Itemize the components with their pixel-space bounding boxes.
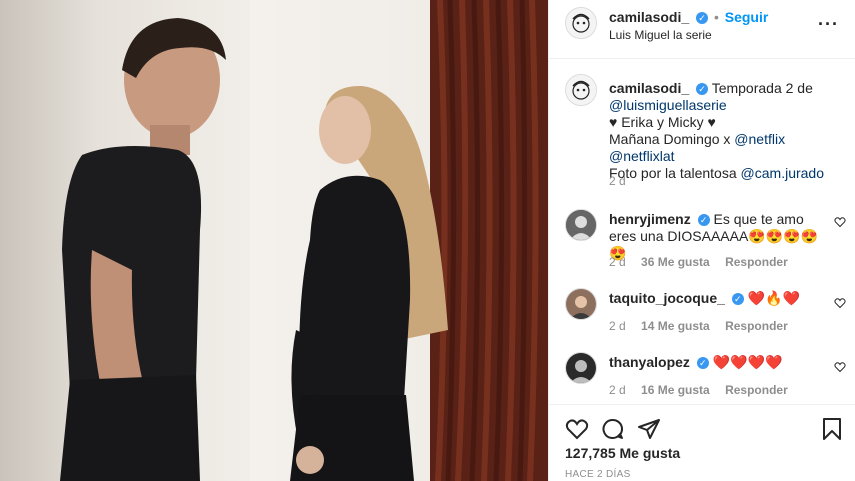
- likes-count[interactable]: 127,785 Me gusta: [565, 445, 680, 461]
- comment: taquito_jocoque_ ✓ ❤️🔥❤️: [609, 290, 824, 307]
- caption-line2: ♥ Erika y Micky ♥: [609, 114, 716, 130]
- comment-likes[interactable]: 36 Me gusta: [641, 255, 710, 269]
- photo-illustration: [60, 0, 548, 481]
- comment-age[interactable]: 2 d: [609, 319, 626, 333]
- comment-avatar[interactable]: [565, 352, 597, 384]
- post-sidebar: camilasodi_ ✓ • Seguir Luis Miguel la se…: [548, 0, 855, 481]
- post-location[interactable]: Luis Miguel la serie: [609, 28, 712, 42]
- save-bookmark-icon[interactable]: [821, 417, 843, 441]
- verified-badge-icon: ✓: [731, 293, 744, 306]
- verified-badge-icon: ✓: [696, 12, 709, 25]
- caption-username[interactable]: camilasodi_: [609, 80, 689, 96]
- caption-line4: Foto por la talentosa: [609, 165, 737, 181]
- comment-likes[interactable]: 14 Me gusta: [641, 319, 710, 333]
- like-comment-heart-icon[interactable]: [834, 361, 846, 373]
- like-comment-heart-icon[interactable]: [834, 216, 846, 228]
- mention-link[interactable]: @luismiguellaserie: [609, 97, 727, 113]
- post-header: camilasodi_ ✓ • Seguir Luis Miguel la se…: [549, 0, 855, 59]
- avatar-face-icon: [566, 8, 596, 38]
- caption-line1: Temporada 2 de: [711, 80, 813, 96]
- avatar-photo-icon: [566, 353, 596, 383]
- mention-link[interactable]: @netflix: [734, 131, 785, 147]
- author-username[interactable]: camilasodi_: [609, 9, 689, 25]
- caption-avatar[interactable]: [565, 74, 597, 106]
- separator-dot: •: [713, 9, 719, 25]
- verified-badge-icon: ✓: [696, 83, 709, 96]
- comment-likes[interactable]: 16 Me gusta: [641, 383, 710, 397]
- comment-meta: 2 d 16 Me gusta Responder: [609, 383, 788, 397]
- comment-avatar[interactable]: [565, 209, 597, 241]
- mention-link[interactable]: @cam.jurado: [741, 165, 824, 181]
- comment-meta: 2 d 14 Me gusta Responder: [609, 319, 788, 333]
- comment-meta: 2 d 36 Me gusta Responder: [609, 255, 788, 269]
- comment-text: ❤️🔥❤️: [747, 290, 800, 306]
- like-comment-heart-icon[interactable]: [834, 297, 846, 309]
- action-bar: [549, 404, 855, 444]
- caption-line3: Mañana Domingo x: [609, 131, 731, 147]
- mention-link[interactable]: @netflixlat: [609, 148, 675, 164]
- comment-username[interactable]: taquito_jocoque_: [609, 290, 725, 306]
- comment-text: ❤️❤️❤️❤️: [712, 354, 783, 370]
- comment-avatar[interactable]: [565, 288, 597, 320]
- comment-age[interactable]: 2 d: [609, 255, 626, 269]
- like-heart-icon[interactable]: [565, 417, 589, 441]
- post-timestamp[interactable]: HACE 2 DÍAS: [565, 469, 631, 480]
- caption: camilasodi_ ✓ Temporada 2 de @luismiguel…: [609, 80, 839, 182]
- follow-button[interactable]: Seguir: [725, 9, 769, 25]
- comment: thanyalopez ✓ ❤️❤️❤️❤️: [609, 354, 824, 371]
- author-avatar[interactable]: [565, 7, 597, 39]
- comment-username[interactable]: thanyalopez: [609, 354, 690, 370]
- avatar-face-icon: [566, 75, 596, 105]
- reply-button[interactable]: Responder: [725, 255, 788, 269]
- verified-badge-icon: ✓: [696, 357, 709, 370]
- reply-button[interactable]: Responder: [725, 319, 788, 333]
- comment-username[interactable]: henryjimenz: [609, 211, 691, 227]
- comment-bubble-icon[interactable]: [601, 417, 625, 441]
- share-paper-plane-icon[interactable]: [637, 417, 661, 441]
- avatar-photo-icon: [566, 289, 596, 319]
- comment-age[interactable]: 2 d: [609, 383, 626, 397]
- caption-age[interactable]: 2 d: [609, 174, 626, 188]
- more-horizontal-icon[interactable]: ···: [818, 14, 839, 35]
- reply-button[interactable]: Responder: [725, 383, 788, 397]
- avatar-photo-icon: [566, 210, 596, 240]
- post-photo[interactable]: [0, 0, 548, 481]
- verified-badge-icon: ✓: [697, 214, 710, 227]
